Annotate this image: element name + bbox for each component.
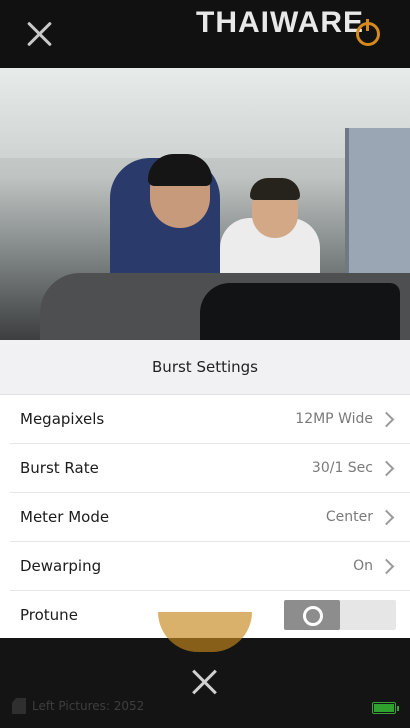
shutter-button-glow	[158, 612, 252, 652]
pictures-left-label: Left Pictures: 2052	[32, 699, 145, 713]
chevron-right-icon	[378, 411, 395, 427]
row-value-group: Center	[326, 509, 396, 525]
watermark: THAIWARE	[196, 6, 364, 39]
chevron-right-icon	[378, 460, 395, 476]
sheet-title: Burst Settings	[0, 340, 410, 395]
row-value-group: 12MP Wide	[295, 411, 396, 427]
toggle-knob	[284, 600, 340, 630]
row-burst-rate[interactable]: Burst Rate 30/1 Sec	[10, 444, 410, 493]
row-label: Megapixels	[20, 410, 105, 428]
row-meter-mode[interactable]: Meter Mode Center	[10, 493, 410, 542]
chevron-right-icon	[378, 509, 395, 525]
row-dewarping[interactable]: Dewarping On	[10, 542, 410, 591]
row-value: On	[353, 558, 373, 574]
person-1-hair	[148, 154, 212, 186]
top-bar: THAIWARE	[0, 0, 410, 68]
row-label: Meter Mode	[20, 508, 110, 526]
row-label: Burst Rate	[20, 459, 99, 477]
protune-toggle[interactable]	[284, 600, 396, 630]
row-value-group: On	[353, 558, 396, 574]
battery-icon	[372, 702, 399, 714]
row-label: Dewarping	[20, 557, 102, 575]
row-megapixels[interactable]: Megapixels 12MP Wide	[10, 395, 410, 444]
close-icon[interactable]	[26, 20, 54, 48]
person-2-hair	[250, 178, 300, 200]
row-value: 30/1 Sec	[311, 460, 373, 476]
sd-card-icon	[12, 698, 26, 714]
battery-fill	[374, 704, 394, 712]
row-value-group: 30/1 Sec	[312, 460, 396, 476]
bottom-bar: Left Pictures: 2052	[0, 612, 410, 728]
row-value: 12MP Wide	[295, 411, 373, 427]
window	[345, 128, 410, 278]
burst-settings-sheet: Burst Settings Megapixels 12MP Wide Burs…	[0, 340, 410, 638]
desk-phone	[200, 283, 400, 340]
camera-preview-photo	[0, 68, 410, 340]
row-label: Protune	[20, 606, 78, 624]
row-value: Center	[325, 509, 373, 525]
power-icon[interactable]	[356, 19, 380, 46]
pictures-left-status: Left Pictures: 2052	[12, 698, 144, 714]
close-icon[interactable]	[191, 668, 219, 696]
chevron-right-icon	[378, 558, 395, 574]
